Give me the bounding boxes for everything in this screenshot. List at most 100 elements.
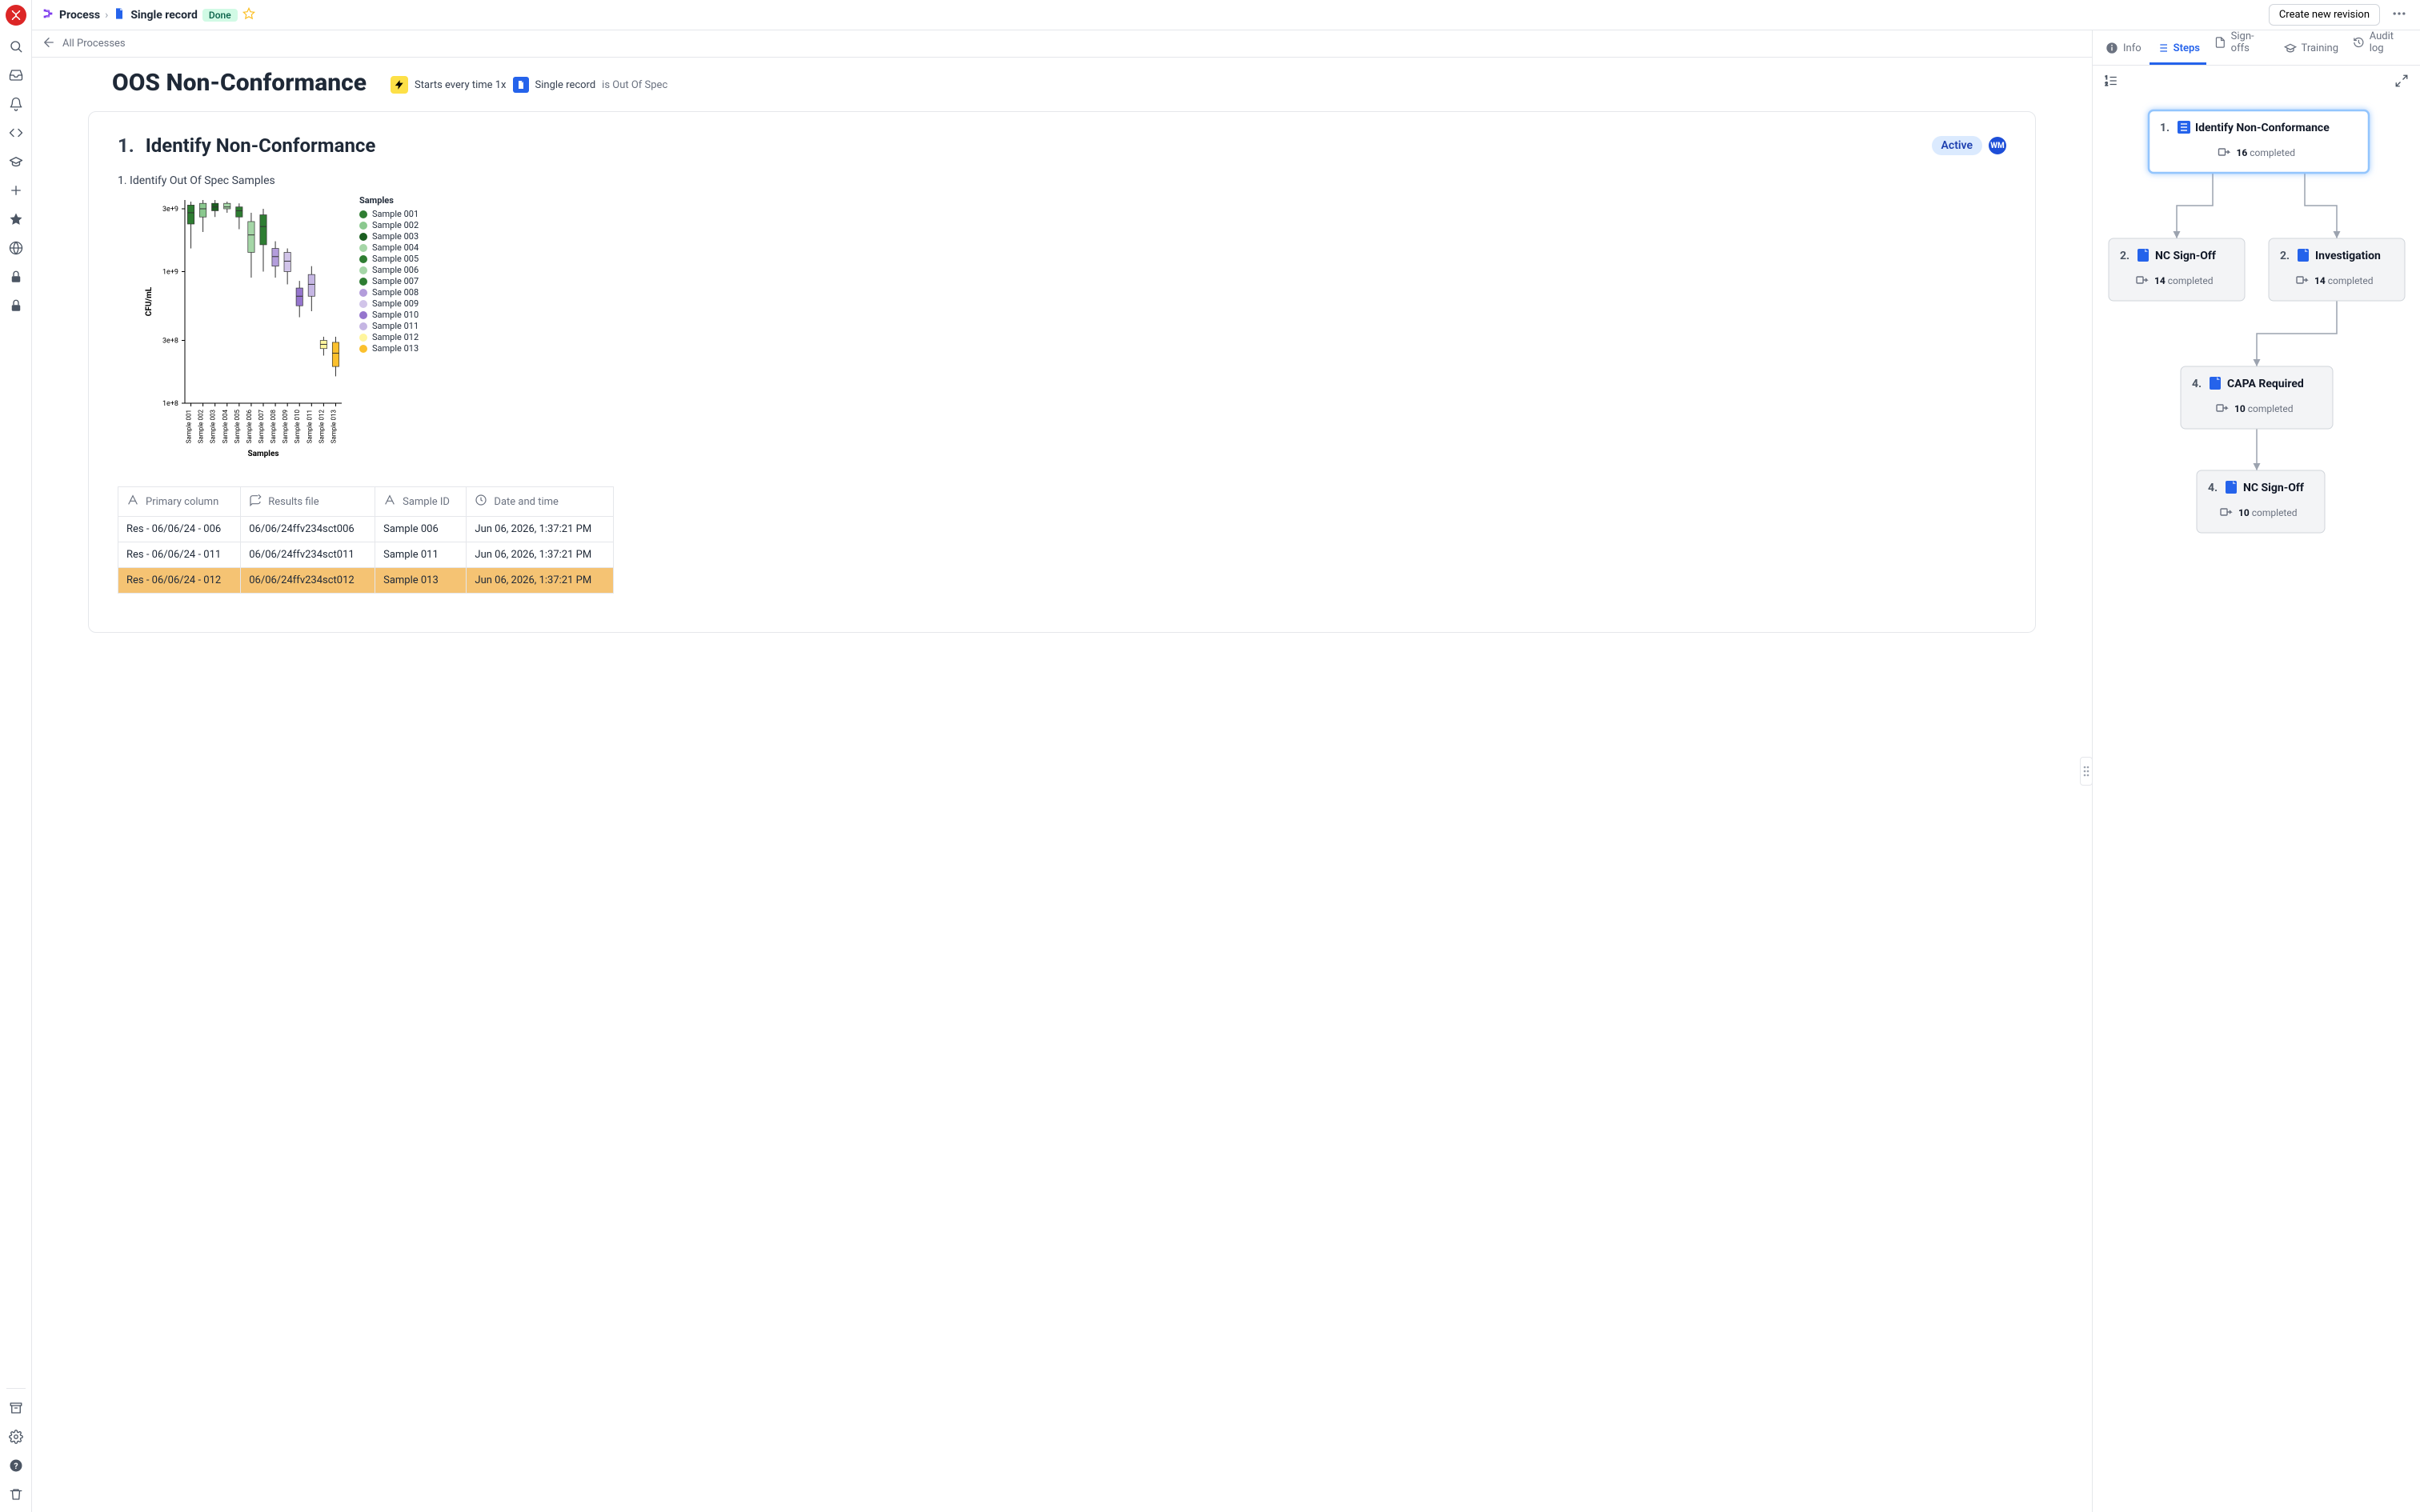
- side-panel: Info Steps Sign-offs Training: [2092, 30, 2420, 1512]
- svg-text:Sample 005: Sample 005: [234, 410, 241, 444]
- svg-text:Sample 010: Sample 010: [294, 410, 301, 444]
- svg-text:NC Sign-Off: NC Sign-Off: [2243, 482, 2305, 494]
- topbar: Process › Single record Done Create new …: [32, 0, 2420, 30]
- svg-text:Sample 006: Sample 006: [246, 410, 253, 444]
- svg-text:1: 1: [2105, 75, 2108, 81]
- assignee-avatar[interactable]: WM: [1989, 137, 2006, 154]
- svg-text:1.: 1.: [2160, 122, 2170, 134]
- education-icon[interactable]: [3, 149, 29, 174]
- table-header[interactable]: Date and time: [467, 487, 614, 517]
- table-row[interactable]: Res - 06/06/24 - 01106/06/24ffv234sct011…: [118, 542, 614, 568]
- bolt-icon: [391, 76, 408, 94]
- svg-text:Sample 007: Sample 007: [258, 410, 265, 444]
- trigger-suffix: is Out Of Spec: [602, 79, 667, 91]
- flow-node[interactable]: 2. Investigation 14 completed: [2269, 238, 2405, 301]
- table-row[interactable]: Res - 06/06/24 - 01206/06/24ffv234sct012…: [118, 568, 614, 594]
- results-table: Primary columnResults fileSample IDDate …: [118, 486, 614, 594]
- svg-text:Identify Non-Conformance: Identify Non-Conformance: [2195, 122, 2330, 134]
- svg-text:Sample 012: Sample 012: [318, 410, 325, 444]
- text-icon: [126, 494, 139, 510]
- search-icon[interactable]: [3, 34, 29, 59]
- help-icon[interactable]: ?: [3, 1453, 29, 1478]
- app-logo[interactable]: [6, 5, 26, 26]
- doc-icon: [513, 77, 529, 93]
- inbox-icon[interactable]: [3, 62, 29, 88]
- svg-text:10 completed: 10 completed: [2238, 507, 2297, 518]
- svg-text:NC Sign-Off: NC Sign-Off: [2155, 250, 2217, 262]
- svg-text:Sample 011: Sample 011: [306, 410, 313, 443]
- plus-icon[interactable]: [3, 178, 29, 203]
- svg-text:16 completed: 16 completed: [2237, 147, 2295, 158]
- globe-icon[interactable]: [3, 235, 29, 261]
- page-title: OOS Non-Conformance: [112, 69, 367, 97]
- flow-node[interactable]: 4. CAPA Required 10 completed: [2181, 366, 2333, 429]
- svg-text:Investigation: Investigation: [2315, 250, 2381, 262]
- svg-text:1e+9: 1e+9: [162, 268, 178, 276]
- tab-info[interactable]: Info: [2099, 34, 2148, 65]
- trigger-prefix: Starts every time 1x: [415, 79, 506, 91]
- flow-node[interactable]: 1. Identify Non-Conformance 16 completed: [2149, 110, 2369, 173]
- svg-text:Sample 003: Sample 003: [210, 410, 217, 443]
- process-icon: [42, 7, 54, 23]
- svg-text:Sample 008: Sample 008: [270, 410, 277, 444]
- svg-text:CFU/mL: CFU/mL: [145, 286, 154, 316]
- chevron-right-icon: ›: [105, 9, 108, 22]
- archive-icon[interactable]: [3, 1395, 29, 1421]
- breadcrumb-record[interactable]: Single record: [130, 9, 198, 22]
- table-header[interactable]: Results file: [241, 487, 375, 517]
- svg-text:2: 2: [2105, 82, 2109, 87]
- svg-text:Sample 002: Sample 002: [198, 410, 205, 444]
- trigger-summary: Starts every time 1x Single record is Ou…: [391, 76, 667, 94]
- svg-text:14 completed: 14 completed: [2154, 275, 2213, 286]
- lock-icon-2[interactable]: [3, 293, 29, 318]
- svg-text:Sample 001: Sample 001: [186, 410, 193, 443]
- svg-text:3e+9: 3e+9: [162, 206, 178, 214]
- table-header[interactable]: Primary column: [118, 487, 241, 517]
- svg-text:3e+8: 3e+8: [162, 338, 178, 346]
- svg-text:?: ?: [14, 1461, 18, 1471]
- record-icon: [113, 7, 126, 23]
- star-icon[interactable]: [3, 206, 29, 232]
- text-icon: [383, 494, 396, 510]
- svg-text:10 completed: 10 completed: [2234, 403, 2293, 414]
- table-header[interactable]: Sample ID: [375, 487, 467, 517]
- svg-text:Sample 013: Sample 013: [330, 410, 337, 443]
- tab-training[interactable]: Training: [2278, 34, 2345, 65]
- chart-legend: SamplesSample 001Sample 002Sample 003Sam…: [359, 195, 419, 459]
- numbered-list-icon[interactable]: 12: [2104, 74, 2118, 91]
- svg-text:4.: 4.: [2208, 482, 2218, 494]
- left-rail: ?: [0, 0, 32, 1512]
- svg-text:14 completed: 14 completed: [2314, 275, 2373, 286]
- trash-icon[interactable]: [3, 1482, 29, 1507]
- gear-icon[interactable]: [3, 1424, 29, 1450]
- svg-text:CAPA Required: CAPA Required: [2227, 378, 2304, 390]
- status-badge-done: Done: [202, 9, 238, 22]
- svg-text:Sample 009: Sample 009: [282, 410, 289, 443]
- svg-text:Samples: Samples: [248, 450, 279, 458]
- svg-text:1e+8: 1e+8: [162, 400, 178, 408]
- star-toggle[interactable]: [242, 7, 255, 23]
- step-title: Identify Non-Conformance: [146, 134, 376, 157]
- tab-signoffs[interactable]: Sign-offs: [2208, 22, 2276, 65]
- breadcrumb-process[interactable]: Process: [59, 9, 100, 22]
- clock-icon: [475, 494, 487, 510]
- flow-node[interactable]: 4. NC Sign-Off 10 completed: [2197, 470, 2325, 533]
- back-link[interactable]: All Processes: [62, 38, 126, 50]
- tab-audit-log[interactable]: Audit log: [2346, 22, 2414, 65]
- lock-icon[interactable]: [3, 264, 29, 290]
- attachment-icon: [249, 494, 262, 510]
- step-number: 1.: [118, 134, 134, 157]
- svg-text:4.: 4.: [2192, 378, 2202, 390]
- code-icon[interactable]: [3, 120, 29, 146]
- step-status-badge: Active: [1932, 136, 1982, 155]
- back-arrow-icon[interactable]: [42, 35, 56, 53]
- flow-node[interactable]: 2.NC Sign-Off14 completed: [2109, 238, 2245, 301]
- svg-text:Sample 004: Sample 004: [222, 410, 229, 444]
- bell-icon[interactable]: [3, 91, 29, 117]
- expand-icon[interactable]: [2394, 74, 2409, 91]
- step-card: 1. Identify Non-Conformance Active WM 1.…: [88, 111, 2036, 633]
- tab-steps[interactable]: Steps: [2150, 34, 2206, 65]
- svg-text:2.: 2.: [2280, 250, 2290, 262]
- table-row[interactable]: Res - 06/06/24 - 00606/06/24ffv234sct006…: [118, 517, 614, 542]
- panel-drag-handle[interactable]: [2080, 757, 2093, 786]
